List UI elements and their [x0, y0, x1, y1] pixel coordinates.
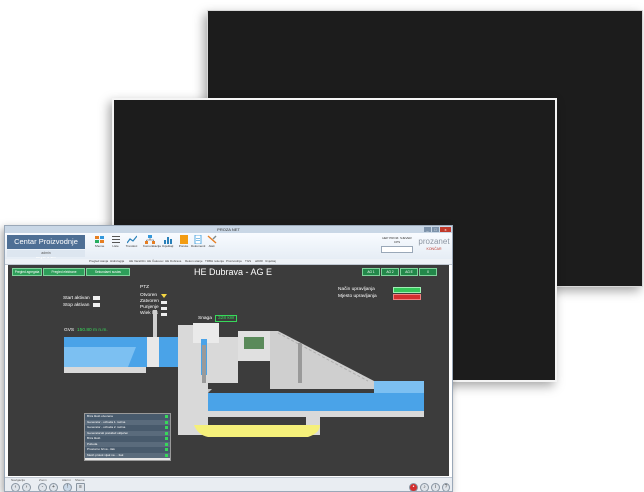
scheme-group-label: Sheme	[75, 478, 85, 482]
communication-button[interactable]: Komunikacija	[143, 235, 161, 248]
trends-button[interactable]: Trendovi	[125, 235, 138, 248]
nav-item[interactable]: Pregled stanja	[89, 259, 108, 264]
turbine-shaft	[202, 345, 206, 389]
maximize-button[interactable]: □	[432, 227, 439, 232]
status-list-item: Mesh protok vijak na ... tlak	[85, 452, 170, 458]
nav-item[interactable]: Izvještaj	[265, 259, 276, 264]
nav-item[interactable]: HE Varaždin	[129, 259, 146, 264]
document-icon	[194, 235, 201, 244]
nav-item[interactable]: HE Čakovec	[147, 259, 164, 264]
nav-group-label: Navigacija	[11, 478, 25, 482]
koncar-logo-text: KONČAR	[426, 247, 442, 251]
user-name: admin	[7, 250, 85, 257]
messages-label: Poruke	[178, 244, 189, 248]
messages-button[interactable]: Poruke	[177, 235, 190, 248]
lists-label: Liste	[112, 244, 119, 248]
control-panel	[244, 337, 264, 349]
reports-button[interactable]: Izvještaji	[161, 235, 174, 248]
dam-diagram	[64, 310, 424, 437]
intake-structure	[147, 337, 159, 367]
nav-item[interactable]: TGS	[245, 259, 251, 264]
trend-icon	[126, 235, 137, 244]
spillway-pier	[298, 343, 302, 383]
window-title: PROZA NET	[217, 227, 240, 232]
network-icon	[144, 235, 155, 244]
list-icon	[111, 236, 120, 243]
upstream-bank	[64, 367, 146, 373]
nav-item[interactable]: TRBH rešenja	[205, 259, 224, 264]
upstream-water-light	[64, 347, 136, 367]
tools-icon	[207, 235, 216, 244]
status-bar: Navigacija Zoom Alarmi Sheme ‹ › - + ! ≡…	[5, 477, 452, 491]
documents-button[interactable]: Dokumenti	[191, 235, 206, 248]
tools-button[interactable]: Alati	[205, 235, 218, 248]
reports-label: Izvještaji	[161, 244, 174, 248]
title-bar: PROZA NET _ □ x	[5, 226, 452, 233]
channel-bed	[208, 411, 424, 417]
minimize-button[interactable]: _	[424, 227, 431, 232]
report-icon	[163, 237, 172, 244]
trends-label: Trendovi	[125, 244, 138, 248]
tailwater-light	[374, 381, 424, 393]
schemes-icon	[94, 236, 104, 243]
nav-item[interactable]: Hidrologija	[110, 259, 124, 264]
sediment-fill	[194, 425, 320, 437]
nav-item[interactable]: Proizvodnja	[226, 259, 242, 264]
lists-button[interactable]: Liste	[109, 235, 122, 248]
schemes-label: Sheme	[94, 244, 105, 248]
user-info: HEP PROIZ. SJEVER CPS	[377, 236, 417, 256]
communication-label: Komunikacija	[143, 244, 161, 248]
status-list: Brza škob otvorena Generator - uzbuda 1.…	[84, 413, 171, 461]
logo-text: prozanet	[418, 237, 450, 246]
alarm-group-label: Alarmi	[62, 478, 71, 482]
app-brand: Centar Proizvodnje Sjever	[7, 235, 85, 260]
schemes-button[interactable]: Sheme	[93, 235, 106, 248]
tailwater	[208, 393, 424, 411]
nav-item[interactable]: HE Dubrava	[165, 259, 181, 264]
ribbon: Centar Proizvodnje Sjever admin Sheme Li…	[5, 233, 452, 260]
nav-item[interactable]: Rekon.stanje	[185, 259, 203, 264]
scada-panel: Pregled agregata Pregled elektrane Sekun…	[8, 265, 449, 476]
prozanet-logo: prozanet KONČAR	[418, 237, 450, 255]
close-button[interactable]: x	[440, 227, 451, 232]
spillway	[270, 331, 374, 389]
message-icon	[179, 235, 188, 244]
zoom-group-label: Zoom	[39, 478, 47, 482]
nav-item[interactable]: aFRR	[255, 259, 263, 264]
time-field[interactable]	[381, 246, 413, 253]
user-unit: CPS	[393, 240, 401, 244]
documents-label: Dokumenti	[191, 244, 206, 248]
tools-label: Alati	[208, 244, 215, 248]
app-window: PROZA NET _ □ x Centar Proizvodnje Sjeve…	[4, 225, 453, 492]
